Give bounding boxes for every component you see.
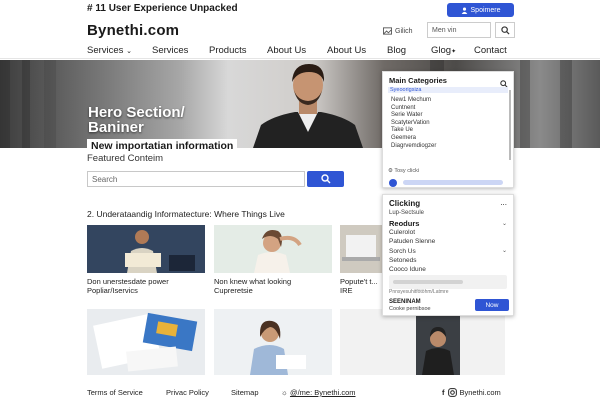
panel-title: Clicking	[389, 199, 421, 208]
nav-blog[interactable]: Blog	[387, 45, 406, 56]
section-title: 2. Underataandig Informatecture: Where T…	[87, 209, 285, 219]
clicking-panel: Clicking ... Lup-Sectsule Reodurs ⌄ Cule…	[382, 194, 514, 316]
panel-row[interactable]: Sorch Us	[389, 248, 416, 255]
chevron-down-icon: ⌄	[126, 48, 132, 55]
nav-contact[interactable]: Contact	[474, 45, 507, 56]
top-bar: # 11 User Experience Unpacked Spoimere	[0, 0, 600, 18]
footer-terms-link[interactable]: Terms of Service	[87, 388, 143, 397]
documents-image	[87, 309, 205, 375]
more-icon[interactable]: ...	[500, 198, 507, 207]
nav-label: Services	[87, 45, 124, 56]
panel-subtitle: Syeoorigsiza	[388, 87, 508, 93]
nav-services-dropdown[interactable]: Services ⌄	[87, 45, 132, 56]
panel-footer: ⚙ Tosy clicki	[388, 168, 419, 174]
blurred-bar	[403, 180, 503, 185]
list-item[interactable]: Cuntnent	[391, 105, 436, 113]
category-list: New1 Mechum Cuntnent Serie Water Scatyte…	[391, 97, 436, 150]
card-image[interactable]	[87, 309, 205, 375]
footer-privacy-link[interactable]: Privac Policy	[166, 388, 209, 397]
nav-products[interactable]: Products	[209, 45, 247, 56]
top-bar-button[interactable]: Spoimere	[447, 3, 514, 17]
woman-writing-image	[214, 309, 332, 375]
panel-row[interactable]: Setoneds	[389, 257, 416, 264]
person-reading-image	[87, 225, 205, 273]
status-dot-icon	[389, 179, 397, 187]
panel-row[interactable]: Patuden Slenne	[389, 238, 435, 245]
hero-person-image	[253, 64, 363, 148]
person-icon	[461, 7, 467, 14]
list-item[interactable]: Serie Water	[391, 112, 436, 120]
search-icon	[500, 25, 510, 35]
card-image[interactable]	[214, 309, 332, 375]
cookie-title: SEENINAM	[389, 299, 421, 305]
list-item[interactable]: Diagrvemdiogzer	[391, 143, 436, 151]
footer-social: f Bynethi.com	[442, 388, 501, 397]
image-icon	[383, 27, 392, 35]
card-image[interactable]	[214, 225, 332, 273]
main-categories-panel: Main Categories Syeoorigsiza New1 Mechum…	[382, 71, 514, 188]
top-bar-button-label: Spoimere	[470, 6, 501, 14]
hero-title-line-1: Hero Section/	[88, 104, 185, 121]
brand-logo[interactable]: Bynethi.com	[87, 22, 179, 39]
featured-content-label: Featured Conteim	[87, 153, 164, 164]
list-item[interactable]: Geemera	[391, 135, 436, 143]
main-nav: Services ⌄ Services Products About Us Ab…	[0, 42, 600, 59]
footer-handle-left[interactable]: ☼ @/me: Bynethi.com	[281, 388, 356, 397]
panel-footer-label: Tosy clicki	[394, 168, 420, 174]
card-caption[interactable]: Don unerstesdate power Popliar/Iservics	[87, 277, 212, 295]
chat-icon: ☼	[281, 388, 288, 397]
instagram-icon[interactable]	[447, 388, 457, 397]
search-input[interactable]: Search	[87, 171, 305, 187]
list-item[interactable]: ScatyterVation	[391, 120, 436, 128]
card-caption[interactable]: Popute't t... IRE	[340, 277, 384, 295]
scrollbar[interactable]	[509, 90, 511, 160]
laptop-image	[340, 225, 382, 273]
hero-banner: New importatian information	[87, 139, 238, 153]
panel-row[interactable]: Cooco Idune	[389, 266, 426, 273]
person-phone-image	[340, 309, 505, 375]
card-image[interactable]	[340, 309, 505, 375]
header-field[interactable]: Men vin	[427, 22, 491, 38]
panel-heading: Reodurs	[389, 219, 420, 228]
footer-sitemap-link[interactable]: Sitemap	[231, 388, 259, 397]
nav-glog[interactable]: Glog✦	[431, 45, 456, 56]
top-bar-title: # 11 User Experience Unpacked	[87, 3, 238, 14]
card-image[interactable]	[340, 225, 382, 273]
card-caption[interactable]: Non knew what looking Cupreretsie	[214, 277, 324, 295]
cookie-text: Cooke pernibsoe	[389, 306, 431, 312]
list-item[interactable]: New1 Mechum	[391, 97, 436, 105]
chevron-down-icon[interactable]: ⌄	[502, 247, 507, 254]
header-tool[interactable]: Gilich	[383, 24, 413, 38]
nav-label: Glog	[431, 45, 452, 56]
blurred-bar	[393, 280, 463, 284]
gear-icon: ⚙	[388, 168, 393, 174]
panel-small-text: Pnnsyesuhitfötöhm/Latmre	[389, 289, 449, 295]
accept-button[interactable]: Now	[475, 299, 509, 311]
hero-title-line-2: Baniner	[88, 119, 144, 136]
chevron-down-icon[interactable]: ⌄	[502, 220, 507, 227]
header-search-button[interactable]	[495, 22, 515, 38]
card-image[interactable]	[87, 225, 205, 273]
nav-about-us[interactable]: About Us	[267, 45, 306, 56]
woman-thinking-image	[214, 225, 332, 273]
panel-subtitle: Lup-Sectsule	[389, 210, 425, 216]
search-button[interactable]	[307, 171, 344, 187]
nav-services[interactable]: Services	[152, 45, 188, 56]
search-icon	[320, 174, 330, 184]
panel-row[interactable]: Culerolot	[389, 229, 415, 236]
facebook-icon[interactable]: f	[442, 388, 445, 397]
header-tool-label: Gilich	[395, 27, 413, 35]
footer-handle-text: @/me: Bynethi.com	[289, 388, 356, 397]
nav-about-us-2[interactable]: About Us	[327, 45, 366, 56]
panel-title: Main Categories	[389, 76, 447, 85]
hero-title: Hero Section/ Baniner	[88, 105, 185, 135]
footer-handle-right[interactable]: Bynethi.com	[460, 388, 501, 397]
sparkle-icon: ✦	[451, 49, 457, 55]
list-item[interactable]: Take Ue	[391, 127, 436, 135]
